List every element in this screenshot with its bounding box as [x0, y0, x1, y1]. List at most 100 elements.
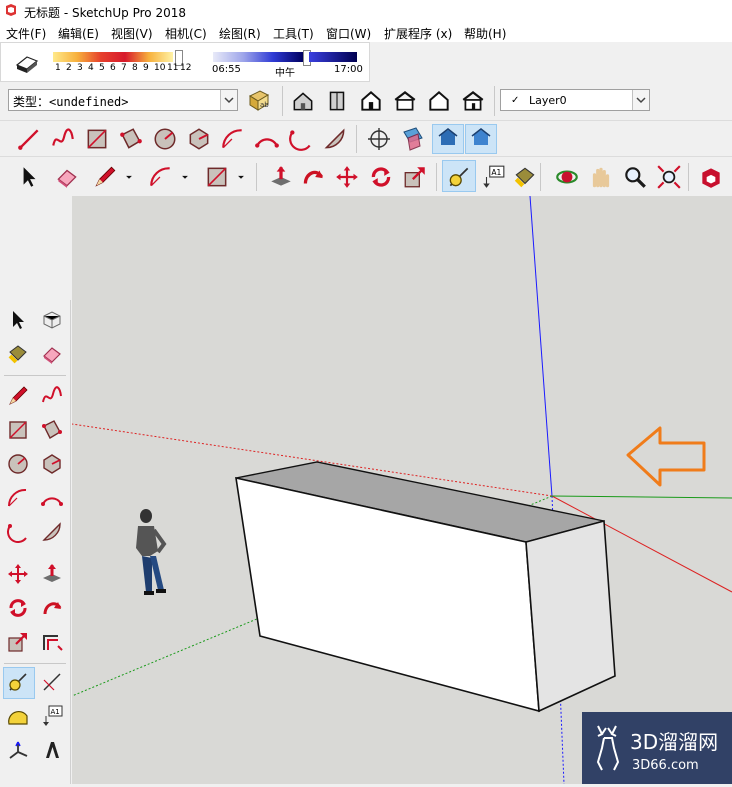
3pt-arc-icon[interactable] [6, 520, 30, 544]
pencil-dropdown-icon[interactable] [122, 164, 136, 190]
rectangle-icon[interactable] [6, 418, 30, 442]
3d-warehouse-icon[interactable] [698, 164, 724, 190]
model-viewport[interactable] [71, 195, 732, 785]
push-pull-icon[interactable] [40, 562, 64, 586]
2pt-arc-icon[interactable] [40, 486, 64, 510]
rotated-rectangle-icon[interactable] [40, 418, 64, 442]
follow-me-icon[interactable] [300, 164, 326, 190]
freehand-icon[interactable] [50, 126, 76, 152]
front-view-icon[interactable] [358, 88, 384, 114]
line-icon[interactable] [16, 126, 42, 152]
arc-icon[interactable] [220, 126, 246, 152]
chevron-down-icon[interactable] [632, 90, 649, 110]
eraser-icon[interactable] [40, 342, 64, 366]
text-icon[interactable]: A1 [480, 164, 506, 190]
paint-bucket-icon[interactable] [512, 164, 538, 190]
layer-combo[interactable]: ✓ Layer0 [500, 89, 650, 111]
shadow-toggle-icon[interactable] [13, 51, 41, 75]
circle-icon[interactable] [152, 126, 178, 152]
pan-icon[interactable] [588, 164, 614, 190]
axes-icon[interactable] [366, 126, 392, 152]
3pt-arc-icon[interactable] [288, 126, 314, 152]
arc-dropdown-icon[interactable] [148, 164, 174, 190]
push-pull-icon[interactable] [268, 164, 294, 190]
axes-icon[interactable] [6, 738, 30, 762]
rotated-rectangle-icon[interactable] [118, 126, 144, 152]
month-tick-label: 11 [167, 63, 179, 73]
zoom-icon[interactable] [622, 164, 648, 190]
follow-me-icon[interactable] [40, 596, 64, 620]
rectangle-icon[interactable] [84, 126, 110, 152]
menu-window[interactable]: 窗口(W) [326, 25, 371, 42]
pencil-icon[interactable] [92, 164, 118, 190]
menu-extensions[interactable]: 扩展程序 (x) [384, 25, 452, 42]
entity-type-combo[interactable]: 类型：<undefined> [8, 89, 238, 111]
pie-icon[interactable] [40, 520, 64, 544]
circle-icon[interactable] [6, 452, 30, 476]
month-slider[interactable] [53, 52, 173, 62]
3d-text-icon[interactable] [40, 738, 64, 762]
entity-info-icon[interactable]: ab [246, 88, 272, 114]
rotate-icon[interactable] [368, 164, 394, 190]
menu-file[interactable]: 文件(F) [6, 25, 46, 42]
menu-tools[interactable]: 工具(T) [273, 25, 314, 42]
rectangle-dropdown-icon[interactable] [204, 164, 230, 190]
time-slider[interactable] [213, 52, 303, 62]
eraser-icon[interactable] [54, 164, 80, 190]
shadow-toolbar: 1 2 3 4 5 6 7 8 9 10 11 12 06:55 中午 17:00 [0, 42, 370, 82]
select-icon[interactable] [6, 308, 30, 332]
rectangle-chevron-icon[interactable] [234, 164, 248, 190]
move-icon[interactable] [334, 164, 360, 190]
2pt-arc-icon[interactable] [254, 126, 280, 152]
zoom-extents-icon[interactable] [656, 164, 682, 190]
rotate-icon[interactable] [6, 596, 30, 620]
box-side-face[interactable] [525, 519, 616, 713]
iso-house-icon[interactable] [290, 88, 316, 114]
top-view-icon[interactable] [324, 88, 350, 114]
paint-bucket-icon[interactable] [6, 342, 30, 366]
make-component-icon[interactable] [40, 308, 64, 332]
arc-chevron-icon[interactable] [178, 164, 192, 190]
menu-help[interactable]: 帮助(H) [464, 25, 506, 42]
time-start-label: 06:55 [212, 64, 241, 75]
menu-bar: 文件(F) 编辑(E) 视图(V) 相机(C) 绘图(R) 工具(T) 窗口(W… [0, 22, 732, 42]
offset-icon[interactable] [40, 630, 64, 654]
watermark-url: 3D66.com [632, 758, 699, 773]
scale-figure[interactable] [136, 509, 167, 595]
blue-axis [529, 195, 553, 497]
time-noon-label: 中午 [275, 68, 295, 79]
arc-icon[interactable] [6, 486, 30, 510]
scale-icon[interactable] [6, 630, 30, 654]
text-icon[interactable]: A1 [40, 704, 64, 728]
month-tick-label: 7 [121, 63, 127, 73]
dimensions-icon[interactable] [40, 670, 64, 694]
scene-canvas[interactable] [71, 195, 732, 785]
entity-type-value: <undefined> [49, 95, 129, 109]
sketchup-logo-icon [6, 4, 16, 16]
month-tick-label: 4 [88, 63, 94, 73]
polygon-icon[interactable] [40, 452, 64, 476]
right-view-icon[interactable] [392, 88, 418, 114]
scale-icon[interactable] [402, 164, 428, 190]
protractor-icon[interactable] [6, 704, 30, 728]
polygon-icon[interactable] [186, 126, 212, 152]
display-section-cuts-button[interactable] [465, 124, 497, 154]
menu-draw[interactable]: 绘图(R) [219, 25, 261, 42]
chevron-down-icon[interactable] [220, 90, 237, 110]
move-icon[interactable] [6, 562, 30, 586]
select-icon[interactable] [16, 164, 42, 190]
left-view-icon[interactable] [460, 88, 486, 114]
menu-edit[interactable]: 编辑(E) [58, 25, 99, 42]
pie-icon[interactable] [322, 126, 348, 152]
display-section-planes-button[interactable] [432, 124, 464, 154]
freehand-icon[interactable] [40, 384, 64, 408]
section-plane-icon[interactable] [400, 126, 426, 152]
orbit-icon[interactable] [554, 164, 580, 190]
menu-camera[interactable]: 相机(C) [165, 25, 207, 42]
tape-measure-icon[interactable] [446, 164, 472, 190]
line-icon[interactable] [6, 384, 30, 408]
menu-view[interactable]: 视图(V) [111, 25, 153, 42]
tape-measure-icon[interactable] [6, 670, 30, 694]
back-view-icon[interactable] [426, 88, 452, 114]
month-tick-label: 12 [180, 63, 192, 73]
